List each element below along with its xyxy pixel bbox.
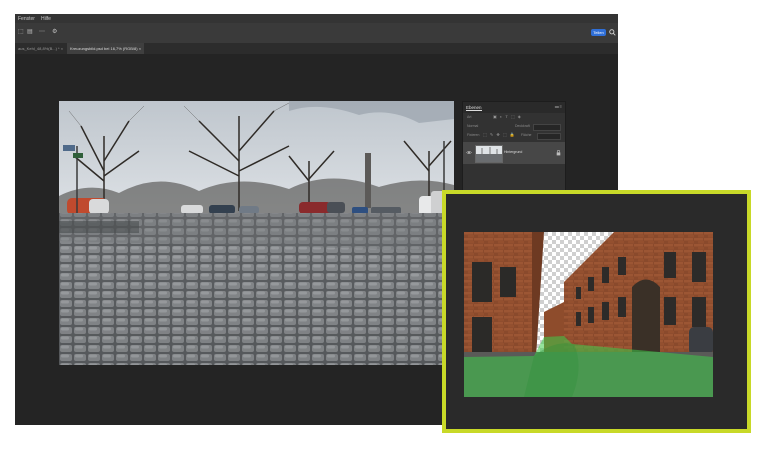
layer-row-background[interactable]: Hintergrund: [463, 142, 565, 164]
lock-label: Fixieren: [467, 133, 480, 137]
fill-field[interactable]: [537, 133, 561, 140]
gear-icon[interactable]: ⚙: [52, 29, 57, 36]
blend-mode-select[interactable]: Normal: [467, 124, 478, 128]
fill-label: Fläche: [521, 133, 532, 137]
opacity-field[interactable]: [533, 124, 561, 131]
search-icon[interactable]: [609, 29, 616, 36]
lock-icon: [556, 150, 561, 156]
document-canvas-image[interactable]: [59, 101, 454, 365]
share-button[interactable]: Teilen: [591, 29, 606, 36]
panel-menu-icon[interactable]: ◂◂ ≡: [555, 104, 562, 109]
selection-mode-icon[interactable]: ▤: [27, 29, 33, 36]
kind-filter-label: Art: [467, 115, 472, 119]
highlight-inset-frame: [442, 190, 751, 433]
layer-name[interactable]: Hintergrund: [504, 150, 522, 154]
menu-item-hilfe[interactable]: Hilfe: [41, 16, 51, 22]
layer-filter-row: Art ▣ ◐ T ⬚ ◈: [463, 113, 565, 122]
selection-preview-image: [464, 232, 713, 397]
opacity-label: Deckkraft: [515, 124, 530, 128]
layers-panel-header: Ebenen ◂◂ ≡: [463, 102, 565, 113]
layers-panel-title[interactable]: Ebenen: [466, 105, 482, 111]
tab-document-2[interactable]: Kreuzungsbild.psd bei 16,7% (RGB/8) ×: [67, 43, 145, 54]
more-options-icon[interactable]: ⋯: [39, 29, 45, 36]
marquee-tool-icon[interactable]: ⬚: [18, 29, 24, 36]
lock-icons[interactable]: ⬚ ✎ ✥ ⬚ 🔒: [483, 132, 516, 137]
filter-icons[interactable]: ▣ ◐ T ⬚ ◈: [493, 114, 522, 119]
layer-thumbnail: [475, 145, 503, 163]
lock-fill-row: Fixieren ⬚ ✎ ✥ ⬚ 🔒 Fläche: [463, 131, 565, 140]
layers-panel: Ebenen ◂◂ ≡ Art ▣ ◐ T ⬚ ◈ Normal Deckkra…: [462, 101, 566, 201]
menu-item-fenster[interactable]: Fenster: [18, 16, 35, 22]
menu-bar: Fenster Hilfe: [15, 14, 618, 23]
eye-icon[interactable]: [466, 150, 472, 155]
document-tab-bar: aus_Kehl_48,8%(B...) * × Kreuzungsbild.p…: [15, 43, 618, 54]
blend-opacity-row: Normal Deckkraft: [463, 122, 565, 131]
options-bar: ⬚ ▤ ⋯ ⚙ Teilen: [15, 23, 618, 43]
tab-document-1[interactable]: aus_Kehl_48,8%(B...) * ×: [15, 43, 66, 54]
